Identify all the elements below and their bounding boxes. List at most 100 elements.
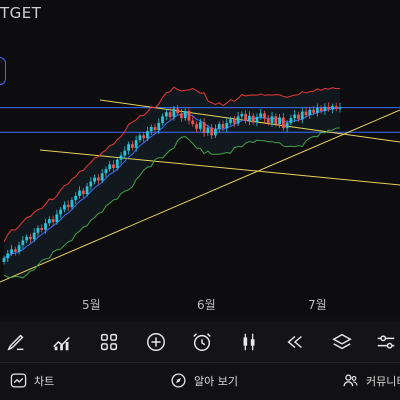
candle-body <box>312 109 315 113</box>
plus-circle-icon <box>147 333 165 351</box>
nav-ideas[interactable]: 알아 보기 <box>170 372 238 389</box>
candle-body <box>297 114 300 120</box>
ticker-symbol[interactable]: TGET <box>0 4 41 22</box>
candle-body <box>255 116 259 123</box>
candle-body <box>104 169 108 174</box>
candle-body <box>180 113 183 119</box>
grid-icon <box>100 333 118 351</box>
chart-area[interactable]: TGET 5월 6월 7월 <box>0 0 400 316</box>
candles-icon <box>243 333 255 351</box>
candle-body <box>130 144 134 148</box>
candle-body <box>108 164 112 170</box>
candle-body <box>338 107 342 109</box>
candle-body <box>13 249 17 252</box>
candle-body <box>168 112 172 117</box>
candle-body <box>195 124 198 129</box>
candle-body <box>251 115 255 123</box>
candle-body <box>74 195 78 201</box>
candle-body <box>59 209 63 215</box>
add-button[interactable] <box>142 328 170 356</box>
candle-body <box>327 106 331 110</box>
candle-body <box>127 144 130 151</box>
candle-body <box>270 116 274 123</box>
candle-body <box>112 164 115 168</box>
candle-body <box>164 112 168 117</box>
candle-body <box>44 223 47 230</box>
candle-body <box>25 236 29 241</box>
candle-body <box>78 190 81 196</box>
bollinger-fill <box>4 87 340 278</box>
people-icon <box>343 374 358 387</box>
indicators-icon <box>53 336 70 351</box>
candle-body <box>259 113 263 117</box>
candle-body <box>187 111 191 121</box>
candle-body <box>278 117 281 125</box>
candle-body <box>142 135 146 139</box>
nav-chart[interactable]: 차트 <box>10 372 54 389</box>
candle-body <box>308 109 312 116</box>
candle-body <box>334 106 338 109</box>
candle-body <box>149 127 153 132</box>
candle-body <box>6 253 10 259</box>
candle-body <box>172 108 176 117</box>
alarm-clock-icon <box>193 333 211 351</box>
nav-community[interactable]: 커뮤니티 <box>342 372 400 389</box>
candle-body <box>63 204 66 210</box>
candle-body <box>176 108 180 114</box>
candle-body <box>146 131 149 139</box>
candle-body <box>123 150 127 156</box>
layers-button[interactable] <box>328 328 356 356</box>
nav-ideas-label: 알아 보기 <box>194 374 238 388</box>
candle-body <box>244 113 248 122</box>
month-label-may: 5월 <box>82 298 101 312</box>
candle-body <box>210 127 214 136</box>
candle-body <box>300 111 304 120</box>
candle-body <box>198 122 202 129</box>
candle-body <box>36 227 40 233</box>
settings-button[interactable] <box>372 328 400 356</box>
sliders-icon <box>377 335 395 349</box>
candle-body <box>119 155 123 160</box>
layouts-button[interactable] <box>95 328 123 356</box>
candle-body <box>289 118 293 123</box>
candle-body <box>89 181 93 187</box>
candle-body <box>51 219 55 223</box>
pencil-icon <box>7 334 24 351</box>
candle-body <box>134 140 138 148</box>
candle-body <box>281 117 285 129</box>
indicators-button[interactable] <box>48 328 76 356</box>
candle-body <box>285 122 289 129</box>
month-label-july: 7월 <box>308 298 327 312</box>
alert-button[interactable] <box>188 328 216 356</box>
replay-button[interactable] <box>281 328 309 356</box>
draw-tool-button[interactable] <box>2 328 30 356</box>
price-chart[interactable] <box>0 0 400 316</box>
candle-body <box>100 173 104 181</box>
candle-body <box>225 122 229 129</box>
candle-body <box>96 177 100 181</box>
candle-body <box>2 258 6 262</box>
candle-body <box>217 124 221 129</box>
candle-body <box>115 159 119 168</box>
candle-body <box>206 127 210 133</box>
candle-body <box>66 204 70 208</box>
candle-body <box>21 240 25 246</box>
side-panel-toggle[interactable] <box>0 57 6 85</box>
month-label-june: 6월 <box>197 298 216 312</box>
candle-body <box>29 236 32 240</box>
candle-body <box>93 177 97 182</box>
candle-body <box>266 118 270 123</box>
candle-body <box>232 119 236 124</box>
rewind-icon <box>287 335 302 349</box>
candle-body <box>214 128 217 136</box>
candle-body <box>236 116 240 124</box>
candle-body <box>85 186 89 195</box>
candle-body <box>315 108 319 113</box>
candle-body <box>138 135 142 141</box>
candle-body <box>331 106 334 110</box>
chart-type-button[interactable] <box>235 328 263 356</box>
candle-body <box>17 245 21 252</box>
candle-body <box>153 127 157 130</box>
candle-body <box>263 113 266 119</box>
chart-line-icon <box>10 373 27 388</box>
